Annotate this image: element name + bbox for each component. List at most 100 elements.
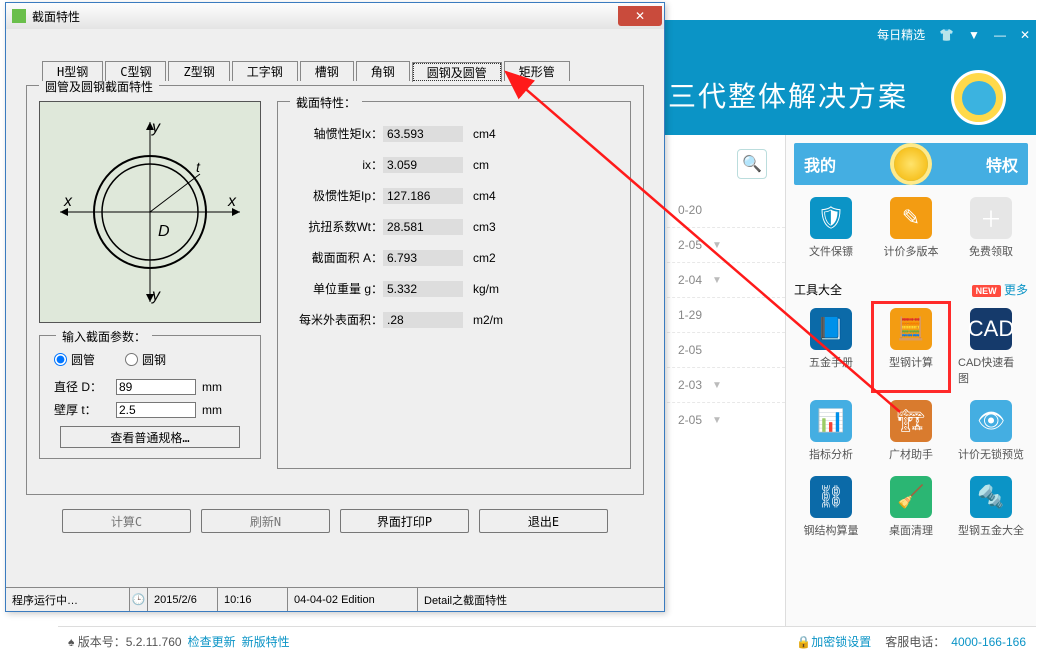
tool-广材助手[interactable]: 🏗 广材助手 — [874, 396, 948, 466]
lock-settings-link[interactable]: 🔒加密锁设置 — [796, 633, 871, 650]
tool-icon: ⛓ — [810, 476, 852, 518]
tab-矩形管[interactable]: 矩形管 — [504, 61, 570, 81]
tool-icon: 🏗 — [890, 400, 932, 442]
tool-label: 免费领取 — [969, 243, 1013, 259]
new-features-link[interactable]: 新版特性 — [242, 633, 290, 650]
tool-icon: CAD — [970, 308, 1012, 350]
diameter-input[interactable] — [116, 379, 196, 395]
thickness-label: 壁厚 t： — [54, 401, 110, 418]
radio-bar[interactable]: 圆钢 — [125, 351, 166, 368]
diameter-label: 直径 D： — [54, 378, 110, 395]
prop-value: 6.793 — [383, 250, 463, 266]
new-badge: NEW — [972, 285, 1001, 297]
more-link[interactable]: 更多 — [1004, 283, 1028, 297]
status-time: 10:16 — [218, 588, 288, 611]
daily-pick[interactable]: 每日精选 — [877, 26, 925, 43]
priv-计价多版本[interactable]: ✎ 计价多版本 — [874, 193, 948, 263]
close-icon[interactable]: ✕ — [1020, 28, 1030, 42]
prop-value: 5.332 — [383, 281, 463, 297]
tool-指标分析[interactable]: 📊 指标分析 — [794, 396, 868, 466]
prop-value: 63.593 — [383, 126, 463, 142]
prop-label: 抗扭系数Wt： — [288, 218, 383, 235]
prop-label: 截面面积 A： — [288, 249, 383, 266]
prop-value: 127.186 — [383, 188, 463, 204]
check-update-link[interactable]: 检查更新 — [188, 633, 236, 650]
version-label: ♠ 版本号：5.2.11.760 — [68, 633, 182, 650]
slogan: 三代整体解决方案 — [668, 75, 908, 115]
tool-计价无锁预览[interactable]: 👁 计价无锁预览 — [954, 396, 1028, 466]
tel-label: 客服电话：4000-166-166 — [885, 633, 1026, 650]
status-running: 程序运行中… — [6, 588, 130, 611]
priv-免费领取[interactable]: ＋ 免费领取 — [954, 193, 1028, 263]
prop-label: 单位重量 g： — [288, 280, 383, 297]
close-button[interactable]: ✕ — [618, 6, 662, 26]
section-diagram: y y x x D t — [39, 101, 261, 323]
tool-label: 桌面清理 — [889, 522, 933, 538]
tool-label: 指标分析 — [809, 446, 853, 462]
priv-文件保镖[interactable]: 🛡文件保镖 — [794, 193, 868, 263]
tools-title: 工具大全 — [794, 281, 842, 298]
tool-label: 钢结构算量 — [804, 522, 859, 538]
tool-label: CAD快速看图 — [958, 354, 1024, 386]
tab-工字钢[interactable]: 工字钢 — [232, 61, 298, 81]
calc-button[interactable]: 计算C — [62, 509, 191, 533]
tool-label: 型钢五金大全 — [958, 522, 1024, 538]
prop-unit: cm2 — [473, 251, 513, 265]
prop-unit: m2/m — [473, 313, 513, 327]
prop-unit: cm4 — [473, 189, 513, 203]
app-icon — [12, 9, 26, 23]
radio-pipe[interactable]: 圆管 — [54, 351, 95, 368]
tool-icon: 🔩 — [970, 476, 1012, 518]
status-context: Detail之截面特性 — [418, 588, 664, 611]
tel-link[interactable]: 4000-166-166 — [951, 635, 1026, 649]
exit-button[interactable]: 退出E — [479, 509, 608, 533]
tool-钢结构算量[interactable]: ⛓ 钢结构算量 — [794, 472, 868, 542]
input-group-title: 输入截面参数： — [56, 328, 152, 345]
tool-桌面清理[interactable]: 🧹 桌面清理 — [874, 472, 948, 542]
tab-Z型钢[interactable]: Z型钢 — [168, 61, 229, 81]
tab-角钢[interactable]: 角钢 — [356, 61, 410, 81]
tool-icon: 📘 — [810, 308, 852, 350]
tool-icon: 👁 — [970, 400, 1012, 442]
avatar[interactable] — [951, 70, 1006, 125]
prop-unit: cm3 — [473, 220, 513, 234]
tool-icon: ＋ — [970, 197, 1012, 239]
tab-圆钢及圆管[interactable]: 圆钢及圆管 — [412, 62, 502, 82]
lookup-button[interactable]: 查看普通规格… — [60, 426, 240, 448]
diameter-unit: mm — [202, 380, 222, 394]
refresh-button[interactable]: 刷新N — [201, 509, 330, 533]
tool-icon: 🧹 — [890, 476, 932, 518]
svg-text:D: D — [158, 223, 170, 240]
tool-型钢计算[interactable]: 🧮型钢计算 — [874, 304, 948, 390]
prop-unit: cm4 — [473, 127, 513, 141]
tool-型钢五金大全[interactable]: 🔩 型钢五金大全 — [954, 472, 1028, 542]
prop-value: 28.581 — [383, 219, 463, 235]
tool-icon: 🛡 — [810, 197, 852, 239]
tool-五金手册[interactable]: 📘五金手册 — [794, 304, 868, 390]
props-title: 截面特性： — [290, 94, 362, 111]
svg-text:t: t — [196, 159, 201, 175]
prop-unit: kg/m — [473, 282, 513, 296]
status-date: 2015/2/6 — [148, 588, 218, 611]
prop-unit: cm — [473, 158, 513, 172]
print-button[interactable]: 界面打印P — [340, 509, 469, 533]
svg-text:y: y — [151, 119, 161, 136]
tool-icon: ✎ — [890, 197, 932, 239]
fieldset-title: 圆管及圆钢截面特性 — [39, 78, 159, 95]
tab-槽钢[interactable]: 槽钢 — [300, 61, 354, 81]
tool-label: 计价多版本 — [884, 243, 939, 259]
tool-CAD快速看图[interactable]: CAD CAD快速看图 — [954, 304, 1028, 390]
shirt-icon[interactable]: 👕 — [939, 28, 954, 42]
tool-label: 广材助手 — [889, 446, 933, 462]
tool-label: 计价无锁预览 — [958, 446, 1024, 462]
search-icon[interactable]: 🔍 — [737, 149, 767, 179]
minimize-icon[interactable]: — — [994, 28, 1006, 42]
dialog-title: 截面特性 — [32, 8, 618, 25]
menu-icon[interactable]: ▼ — [968, 28, 980, 42]
svg-text:x: x — [63, 193, 73, 210]
medal-icon — [894, 147, 928, 181]
prop-label: 轴惯性矩Ix： — [288, 125, 383, 142]
svg-text:y: y — [151, 287, 161, 304]
tool-icon: 📊 — [810, 400, 852, 442]
thickness-input[interactable] — [116, 402, 196, 418]
